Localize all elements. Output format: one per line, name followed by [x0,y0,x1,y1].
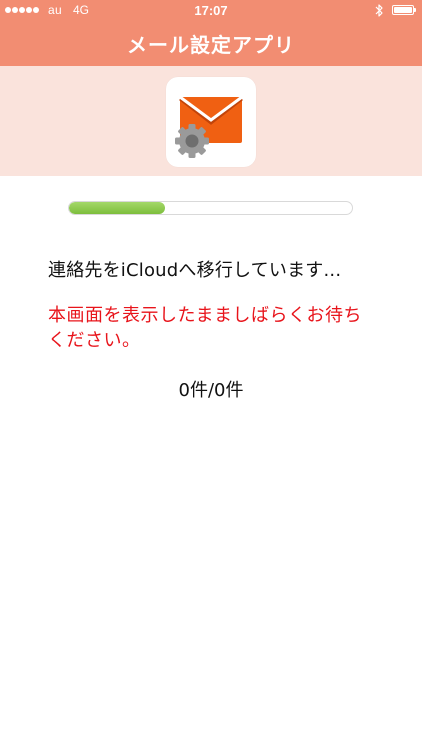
migration-progress-bar [68,201,353,215]
migration-status-text: 連絡先をiCloudへ移行しています... [48,260,342,281]
wait-warning-text: 本画面を表示したまましばらくお待ちください。 [48,305,362,351]
status-time: 17:07 [194,3,228,18]
mail-settings-icon [166,77,256,167]
app-header: au 4G 17:07 メール設定アプリ [0,0,422,66]
battery-icon [392,5,416,15]
status-bar: au 4G 17:07 [0,0,422,22]
app-banner [0,66,422,176]
bluetooth-icon [375,4,383,17]
progress-fill [69,202,166,214]
app-title: メール設定アプリ [127,33,295,57]
contact-count-text: 0件/0件 [178,380,244,401]
